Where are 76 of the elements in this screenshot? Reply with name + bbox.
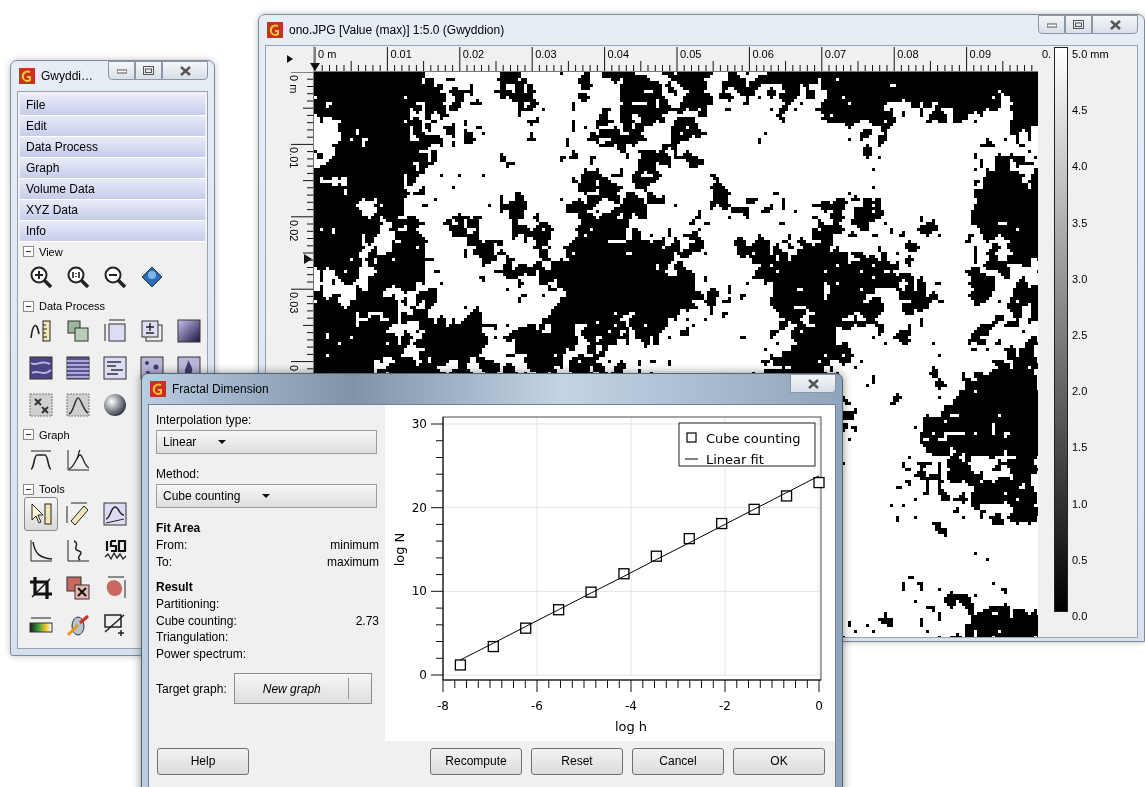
field-label: Triangulation:	[156, 630, 229, 646]
target-graph-dropdown[interactable]: New graph	[233, 673, 372, 704]
field-value: minimum	[330, 538, 379, 554]
field-label: Partitioning:	[156, 597, 220, 613]
menu-item[interactable]: XYZ Data	[20, 200, 205, 221]
tick-label: 20	[411, 500, 427, 515]
legend-label: Linear fit	[706, 452, 764, 467]
scale-label: 3.0	[1072, 272, 1088, 285]
menu-item[interactable]: Volume Data	[20, 179, 205, 200]
window-title: Fractal Dimension	[172, 382, 270, 396]
ruler-label: 0.03	[535, 48, 557, 60]
axis-title: log h	[614, 719, 648, 734]
field-label: Target graph:	[156, 681, 227, 696]
scale-label: 2.5	[1072, 329, 1088, 341]
scale-label: 0.5	[1072, 553, 1088, 566]
scale-label: 3.5	[1072, 216, 1088, 229]
ruler-label: 0.01	[390, 48, 412, 60]
ruler-label: 0.01	[288, 147, 300, 169]
section-heading: Result	[156, 580, 194, 596]
dialog-button[interactable]: OK	[733, 747, 825, 775]
help-button[interactable]: Help	[157, 747, 249, 775]
section-title: Data Process	[39, 300, 106, 313]
method-dropdown[interactable]: Cube counting	[156, 484, 377, 508]
field-label: From:	[156, 538, 188, 554]
scale-label: 5.0 mm	[1072, 48, 1109, 60]
tick-label: -4	[625, 699, 637, 713]
tick-label: 0	[815, 699, 823, 713]
field-value: maximum	[327, 554, 379, 571]
interpolation-dropdown[interactable]: Linear	[156, 430, 377, 454]
scale-label: 1.0	[1072, 497, 1088, 510]
dialog-button[interactable]: Recompute	[430, 747, 522, 775]
window-title: ono.JPG [Value (max)] 1:5.0 (Gwyddion)	[289, 23, 506, 37]
menu-item[interactable]: Info	[20, 221, 205, 242]
ruler-label: 0.03	[288, 292, 300, 314]
section-title: View	[39, 245, 63, 258]
tick-label: 30	[411, 417, 427, 431]
ruler-label: 0	[288, 364, 300, 371]
window-title: Gwyddi…	[41, 69, 94, 83]
dialog-button[interactable]: Reset	[531, 747, 623, 775]
tick-label: 0	[419, 668, 427, 682]
scale-label: 4.5	[1072, 104, 1088, 117]
dialog-button[interactable]: Cancel	[632, 747, 724, 775]
scale-label: 0.0	[1072, 610, 1088, 622]
tick-label: -2	[719, 699, 731, 713]
ruler-label: 0.06	[752, 48, 774, 60]
menu-item[interactable]: Edit	[20, 116, 205, 137]
menu-item[interactable]: Data Process	[20, 137, 205, 158]
field-label: Interpolation type:	[156, 413, 253, 427]
field-label: To:	[156, 554, 172, 571]
scale-label: 1.5	[1072, 441, 1088, 454]
menu-item[interactable]: Graph	[20, 158, 205, 179]
field-label: Method:	[156, 467, 201, 481]
tick-label: -6	[531, 699, 543, 713]
ruler-label: 0.	[1042, 48, 1052, 60]
section-title: Graph	[39, 428, 70, 441]
menu-item[interactable]: File	[20, 95, 205, 116]
axis-title: log N	[392, 532, 407, 567]
ruler-label: 0.04	[607, 48, 629, 60]
tick-label: -8	[437, 699, 449, 713]
tick-label: 10	[411, 584, 427, 599]
ruler-label: 0 m	[288, 75, 300, 94]
ruler-label: 0.08	[897, 48, 919, 60]
ruler-label: 0.09	[969, 48, 991, 60]
field-value: 2.73	[355, 613, 379, 630]
ruler-label: 0.07	[824, 48, 847, 60]
legend-label: Cube counting	[706, 431, 801, 446]
scale-label: 2.0	[1072, 385, 1088, 398]
ruler-label: 0.05	[680, 48, 702, 60]
section-title: Tools	[39, 483, 65, 496]
ruler-label: 0 m	[318, 48, 337, 60]
section-heading: Fit Area	[156, 521, 202, 537]
field-label: Power spectrum:	[156, 646, 247, 663]
ruler-label: 0.02	[462, 48, 485, 60]
ruler-label: 0.02	[288, 219, 300, 242]
field-label: Cube counting:	[156, 613, 237, 630]
scale-label: 4.0	[1072, 160, 1088, 173]
